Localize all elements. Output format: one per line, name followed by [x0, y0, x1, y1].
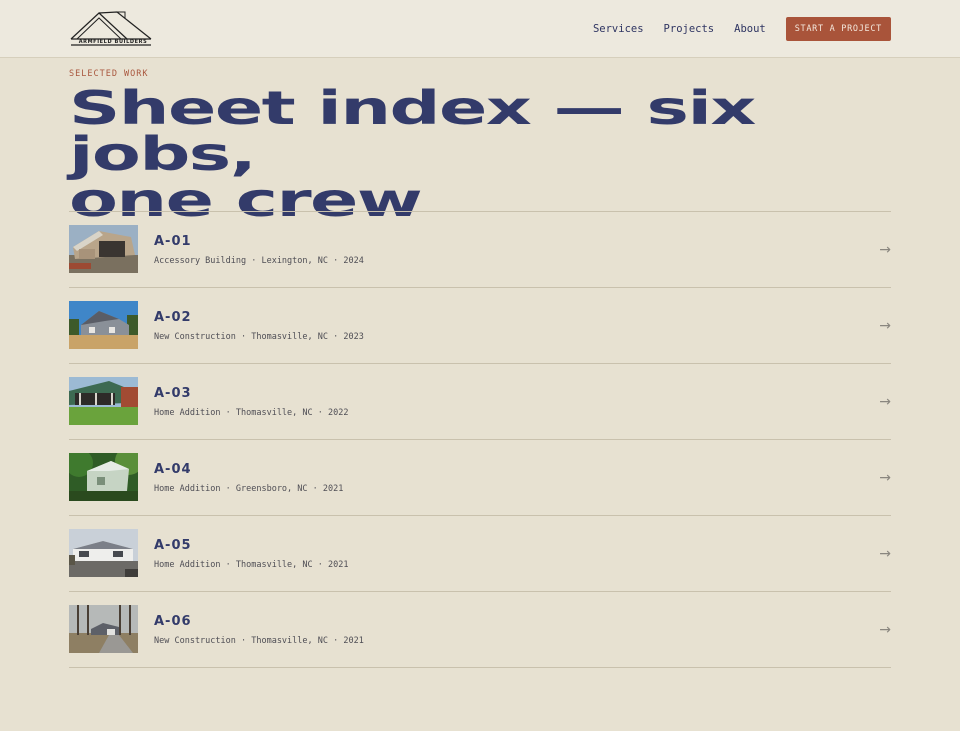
green-addition-photo [69, 453, 138, 501]
sheet-meta: New Construction · Thomasville, NC · 202… [154, 332, 364, 342]
sheet-code: A-03 [154, 386, 192, 401]
sheet-meta: Accessory Building · Lexington, NC · 202… [154, 256, 364, 266]
section-eyebrow: SELECTED WORK [69, 69, 149, 79]
sheet-meta: New Construction · Thomasville, NC · 202… [154, 636, 364, 646]
page-title-line-1: Sheet index — six jobs, [69, 81, 756, 181]
sheet-code: A-04 [154, 462, 192, 477]
start-project-button[interactable]: START A PROJECT [785, 17, 891, 41]
sheet-code: A-02 [154, 310, 192, 325]
nav-link-about[interactable]: About [734, 23, 766, 35]
sheet-code: A-05 [154, 538, 192, 553]
arrow-right-icon[interactable]: → [879, 546, 891, 562]
porch-addition-photo [69, 377, 138, 425]
sheet-meta: Home Addition · Thomasville, NC · 2021 [154, 560, 349, 570]
sheet-code: A-01 [154, 234, 192, 249]
wooded-lot-house-photo [69, 605, 138, 653]
site-header: ARMFIELD BUILDERS Services Projects Abou… [0, 0, 960, 58]
brand-name: ARMFIELD BUILDERS [78, 39, 148, 45]
page-title: Sheet index — six jobs, one crew [69, 85, 875, 223]
arrow-right-icon[interactable]: → [879, 470, 891, 486]
arrow-right-icon[interactable]: → [879, 318, 891, 334]
new-house-photo [69, 301, 138, 349]
nav-link-services[interactable]: Services [593, 23, 644, 35]
ranch-house-photo [69, 529, 138, 577]
sheet-row-a03[interactable]: A-03 Home Addition · Thomasville, NC · 2… [69, 364, 891, 440]
sheet-meta: Home Addition · Greensboro, NC · 2021 [154, 484, 344, 494]
brand-logo[interactable]: ARMFIELD BUILDERS [69, 10, 153, 48]
sheet-row-a05[interactable]: A-05 Home Addition · Thomasville, NC · 2… [69, 516, 891, 592]
sheet-index-list: A-01 Accessory Building · Lexington, NC … [69, 211, 891, 668]
arrow-right-icon[interactable]: → [879, 622, 891, 638]
nav-link-projects[interactable]: Projects [664, 23, 715, 35]
arrow-right-icon[interactable]: → [879, 242, 891, 258]
arrow-right-icon[interactable]: → [879, 394, 891, 410]
sheet-meta: Home Addition · Thomasville, NC · 2022 [154, 408, 349, 418]
garage-construction-photo [69, 225, 138, 273]
main-nav: Services Projects About START A PROJECT [593, 17, 891, 41]
sheet-row-a04[interactable]: A-04 Home Addition · Greensboro, NC · 20… [69, 440, 891, 516]
sheet-code: A-06 [154, 614, 192, 629]
sheet-row-a02[interactable]: A-02 New Construction · Thomasville, NC … [69, 288, 891, 364]
sheet-row-a01[interactable]: A-01 Accessory Building · Lexington, NC … [69, 212, 891, 288]
sheet-row-a06[interactable]: A-06 New Construction · Thomasville, NC … [69, 592, 891, 668]
